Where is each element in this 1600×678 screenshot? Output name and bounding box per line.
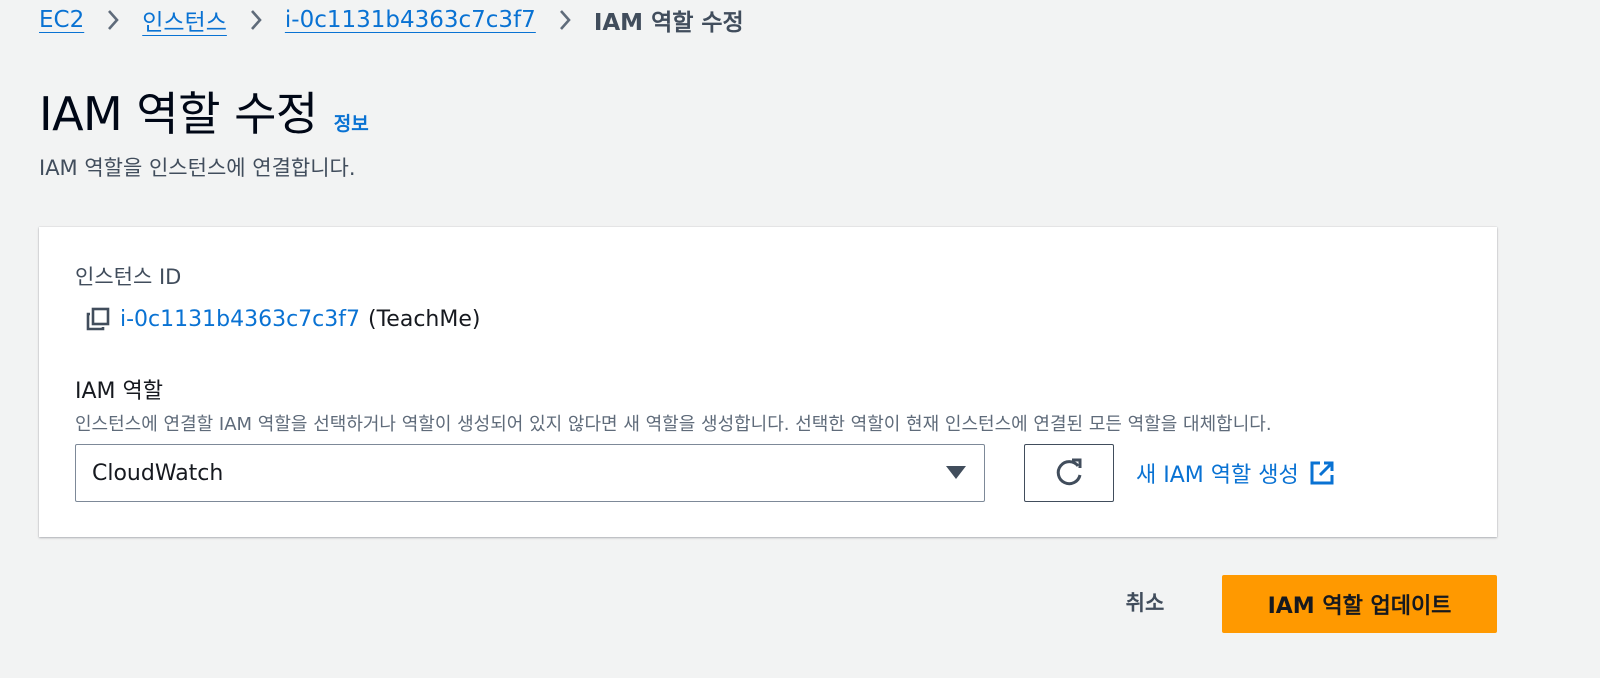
instance-name: (TeachMe)	[368, 306, 481, 332]
copy-icon[interactable]	[84, 305, 112, 333]
create-iam-role-link[interactable]: 새 IAM 역할 생성	[1136, 457, 1335, 489]
iam-role-select[interactable]: CloudWatch	[75, 444, 985, 502]
instance-id-label: 인스턴스 ID	[75, 265, 182, 289]
caret-down-icon	[946, 466, 966, 479]
breadcrumb-ec2[interactable]: EC2	[39, 7, 84, 33]
instance-id-link[interactable]: i-0c1131b4363c7c3f7	[120, 307, 360, 332]
chevron-right-icon	[106, 9, 120, 31]
iam-role-selected-value: CloudWatch	[92, 460, 224, 486]
external-link-icon	[1310, 461, 1334, 485]
chevron-right-icon	[558, 9, 572, 31]
breadcrumb-instances[interactable]: 인스턴스	[142, 3, 227, 37]
page-title: IAM 역할 수정	[39, 87, 318, 141]
refresh-icon	[1056, 458, 1082, 486]
cancel-button[interactable]: 취소	[1100, 580, 1190, 624]
chevron-right-icon	[249, 9, 263, 31]
page-description: IAM 역할을 인스턴스에 연결합니다.	[39, 156, 356, 180]
iam-role-description: 인스턴스에 연결할 IAM 역할을 선택하거나 역할이 생성되어 있지 않다면 …	[75, 414, 1272, 435]
breadcrumb: EC2 인스턴스 i-0c1131b4363c7c3f7 IAM 역할 수정	[39, 0, 744, 40]
instance-id-row: i-0c1131b4363c7c3f7 (TeachMe)	[84, 305, 480, 333]
refresh-button[interactable]	[1024, 444, 1114, 502]
info-link[interactable]: 정보	[334, 109, 369, 136]
settings-panel: 인스턴스 ID i-0c1131b4363c7c3f7 (TeachMe) IA…	[39, 227, 1497, 537]
iam-role-label: IAM 역할	[75, 379, 163, 404]
update-iam-role-button[interactable]: IAM 역할 업데이트	[1222, 575, 1497, 633]
breadcrumb-current: IAM 역할 수정	[593, 10, 744, 36]
page-header: IAM 역할 수정 정보	[39, 78, 369, 144]
breadcrumb-instance-id[interactable]: i-0c1131b4363c7c3f7	[285, 7, 536, 33]
create-iam-role-label: 새 IAM 역할 생성	[1136, 463, 1299, 488]
